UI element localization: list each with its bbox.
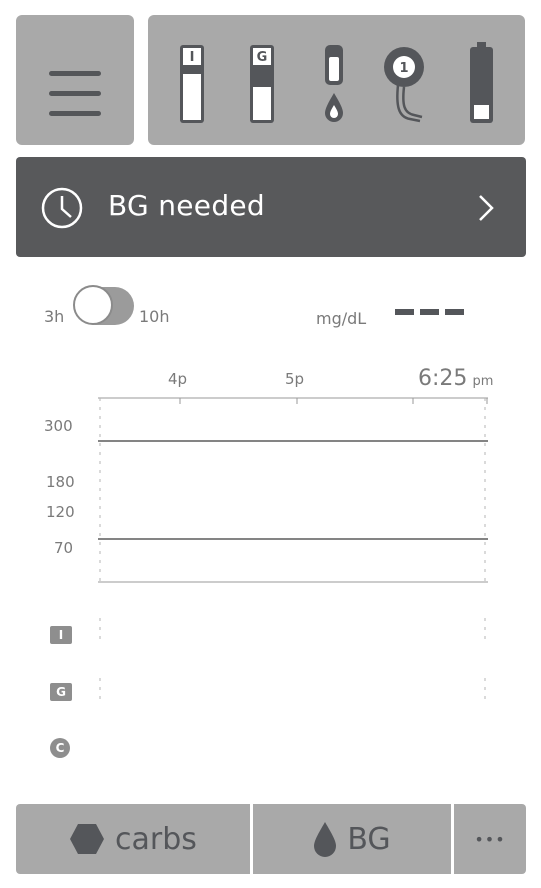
range-long-label: 10h	[139, 307, 170, 326]
hexagon-icon	[70, 824, 105, 854]
battery-icon	[470, 42, 493, 123]
blood-drop-icon	[325, 45, 343, 122]
range-short-label: 3h	[44, 307, 65, 326]
bg-chart	[98, 397, 488, 702]
menu-button[interactable]	[16, 15, 134, 145]
carbs-button-label: carbs	[115, 821, 197, 857]
menu-icon-line	[49, 91, 101, 96]
sensor-icon	[384, 47, 424, 123]
menu-icon-line	[49, 111, 101, 116]
bottom-action-bar: carbs BG •••	[16, 804, 526, 874]
bg-needed-banner[interactable]: BG needed	[16, 157, 526, 257]
clock-icon	[41, 187, 83, 229]
status-icons: I G 1	[180, 42, 493, 123]
banner-text: BG needed	[108, 189, 265, 222]
more-icon: •••	[474, 829, 506, 849]
range-toggle-knob[interactable]	[73, 285, 113, 325]
bg-button-label: BG	[347, 821, 391, 857]
carbs-button[interactable]: carbs	[16, 804, 250, 874]
blood-drop-icon	[314, 822, 337, 857]
glucagon-row-icon: G	[50, 683, 72, 701]
glucagon-cartridge-label: G	[257, 50, 268, 65]
sensor-number: 1	[399, 61, 408, 76]
unit-label: mg/dL	[316, 309, 367, 328]
current-bg-value	[395, 300, 464, 319]
axis-dashes	[99, 398, 486, 702]
carbs-row-icon: C	[50, 738, 70, 758]
bg-button[interactable]: BG	[253, 804, 451, 874]
chevron-right-icon	[479, 195, 494, 221]
current-time-label: 6:25 pm	[418, 366, 494, 391]
menu-icon-line	[49, 71, 101, 76]
time-tick-label: 4p	[168, 370, 188, 388]
status-panel[interactable]: I G 1	[148, 15, 525, 145]
insulin-cartridge-label: I	[190, 50, 195, 65]
time-tick-label: 5p	[285, 370, 305, 388]
more-button[interactable]: •••	[454, 804, 526, 874]
insulin-row-icon: I	[50, 626, 72, 644]
